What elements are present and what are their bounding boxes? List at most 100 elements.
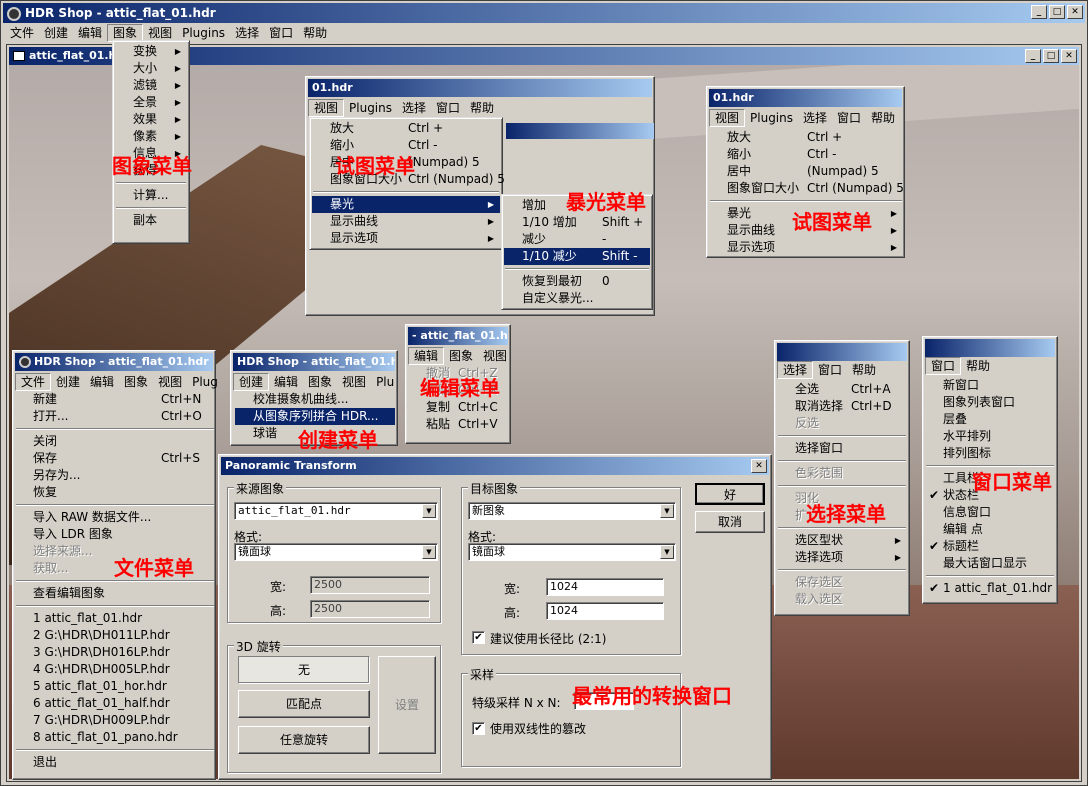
menu-edit[interactable]: 编辑 [408, 347, 445, 365]
menu-select[interactable]: 选择 [397, 99, 431, 117]
target-height-field[interactable]: 1024 [546, 602, 664, 620]
select-window-item[interactable]: 选择窗口 [777, 440, 907, 457]
close-icon[interactable]: ✕ [1067, 5, 1083, 19]
menu-view[interactable]: 视图 [337, 373, 371, 391]
menu-window[interactable]: 窗口 [925, 357, 962, 375]
file-save[interactable]: 保存 Ctrl+S [15, 450, 215, 467]
create-window-titlebar[interactable]: HDR Shop - attic_flat_01.hdr [233, 353, 395, 371]
menu-help[interactable]: 帮助 [465, 99, 499, 117]
view-menu-display-options[interactable]: 显示选项 ▶ [312, 230, 500, 247]
menu-select[interactable]: 选择 [798, 109, 832, 127]
image-menu-size[interactable]: 大小 ▶ [115, 60, 187, 77]
exposure-decrease-tenth[interactable]: 1/10 减少 Shift - [504, 248, 650, 265]
menu-plugins[interactable]: Plu [371, 373, 399, 391]
view-menu-zoom-in[interactable]: 放大 Ctrl + [312, 120, 500, 137]
view-window-1-titlebar[interactable]: 01.hdr [308, 79, 652, 97]
image-menu-pixel[interactable]: 像素 ▶ [115, 128, 187, 145]
file-window-titlebar[interactable]: HDR Shop - attic_flat_01.hdr [15, 353, 213, 371]
menu-help[interactable]: 帮助 [866, 109, 900, 127]
image-menu-effects[interactable]: 效果 ▶ [115, 111, 187, 128]
edit-window-titlebar[interactable]: - attic_flat_01.hdr [408, 327, 508, 345]
main-titlebar[interactable]: HDR Shop - attic_flat_01.hdr _ □ ✕ [3, 3, 1085, 23]
select-shape[interactable]: 选区型状 ▶ [777, 532, 907, 549]
file-revert[interactable]: 恢复 [15, 484, 215, 501]
close-icon[interactable]: ✕ [1061, 49, 1077, 63]
file-open[interactable]: 打开... Ctrl+O [15, 408, 215, 425]
view-menu-window-size[interactable]: 图象窗口大小 Ctrl (Numpad) 5 [709, 180, 904, 197]
select-none[interactable]: 取消选择 Ctrl+D [777, 398, 907, 415]
file-recent-2[interactable]: 2 G:\HDR\DH011LP.hdr [15, 627, 215, 644]
file-exit[interactable]: 退出 [15, 754, 215, 771]
file-view-edit-image[interactable]: 查看编辑图象 [15, 585, 215, 602]
view-menu-display-options[interactable]: 显示选项 ▶ [709, 239, 903, 256]
maximize-icon[interactable]: □ [1049, 5, 1065, 19]
aspect-ratio-checkbox[interactable]: ✔ [472, 631, 485, 644]
exposure-increase-tenth[interactable]: 1/10 增加 Shift + [504, 214, 650, 231]
view-menu-center[interactable]: 居中 (Numpad) 5 [709, 163, 903, 180]
image-menu-filter[interactable]: 滤镜 ▶ [115, 77, 187, 94]
source-format-select[interactable]: 镜面球 ▼ [234, 543, 438, 561]
image-menu-transform[interactable]: 变换 ▶ [115, 43, 187, 60]
menu-image[interactable]: 图象 [119, 373, 153, 391]
menu-edit[interactable]: 编辑 [85, 373, 119, 391]
window-tile-horizontal[interactable]: 水平排列 [925, 428, 1055, 445]
window-item-1[interactable]: ✔ 1 attic_flat_01.hdr [925, 580, 1055, 597]
menu-help[interactable]: 帮助 [961, 357, 995, 375]
file-import-raw[interactable]: 导入 RAW 数据文件... [15, 509, 215, 526]
edit-paste[interactable]: 粘贴 Ctrl+V [408, 416, 508, 433]
source-image-select[interactable]: attic_flat_01.hdr ▼ [234, 502, 438, 520]
rotation-none-button[interactable]: 无 [238, 656, 370, 684]
file-save-as[interactable]: 另存为... [15, 467, 215, 484]
file-recent-5[interactable]: 5 attic_flat_01_hor.hdr [15, 678, 215, 695]
menu-image[interactable]: 图象 [444, 347, 478, 365]
exposure-decrease[interactable]: 减少 - [504, 231, 650, 248]
menu-window[interactable]: 窗口 [264, 24, 298, 42]
rotation-match-points-button[interactable]: 匹配点 [238, 690, 370, 718]
menu-view[interactable]: 视图 [308, 99, 345, 117]
menu-plugins[interactable]: Plugins [344, 99, 397, 117]
menu-view[interactable]: 视图 [153, 373, 187, 391]
minimize-icon[interactable]: _ [1031, 5, 1047, 19]
ok-button[interactable]: 好 [695, 483, 765, 505]
window-cascade[interactable]: 层叠 [925, 411, 1055, 428]
menu-window[interactable]: 窗口 [813, 361, 847, 379]
maximize-icon[interactable]: □ [1043, 49, 1059, 63]
menu-select[interactable]: 选择 [230, 24, 264, 42]
view-menu-zoom-in[interactable]: 放大 Ctrl + [709, 129, 903, 146]
menu-plugins[interactable]: Plug [187, 373, 223, 391]
menu-create[interactable]: 创建 [39, 24, 73, 42]
create-assemble-hdr[interactable]: 从图象序列拼合 HDR... [235, 408, 395, 425]
select-options[interactable]: 选择选项 ▶ [777, 549, 907, 566]
window-arrange-icons[interactable]: 排列图标 [925, 445, 1055, 462]
menu-create[interactable]: 创建 [233, 373, 270, 391]
menu-edit[interactable]: 编辑 [269, 373, 303, 391]
window-image-list[interactable]: 图象列表窗口 [925, 394, 1055, 411]
file-recent-1[interactable]: 1 attic_flat_01.hdr [15, 610, 215, 627]
file-recent-6[interactable]: 6 attic_flat_01_half.hdr [15, 695, 215, 712]
rotation-arbitrary-button[interactable]: 任意旋转 [238, 726, 370, 754]
menu-file[interactable]: 文件 [5, 24, 39, 42]
image-menu-calculate[interactable]: 计算... [115, 187, 187, 204]
menu-create[interactable]: 创建 [51, 373, 85, 391]
menu-view[interactable]: 视图 [709, 109, 746, 127]
window-window-titlebar[interactable] [925, 339, 1055, 357]
window-titlebar-toggle[interactable]: ✔ 标题栏 [925, 538, 1055, 555]
view-menu-curve[interactable]: 显示曲线 ▶ [312, 213, 500, 230]
image-menu-panorama[interactable]: 全景 ▶ [115, 94, 187, 111]
create-calibrate-curve[interactable]: 校准摄象机曲线... [235, 391, 395, 408]
target-format-select[interactable]: 镜面球 ▼ [468, 543, 676, 561]
file-close[interactable]: 关闭 [15, 433, 215, 450]
cancel-button[interactable]: 取消 [695, 511, 765, 533]
window-info[interactable]: 信息窗口 [925, 504, 1055, 521]
view-window-2-titlebar[interactable]: 01.hdr [709, 89, 902, 107]
menu-image[interactable]: 图象 [303, 373, 337, 391]
image-menu-duplicate[interactable]: 副本 [115, 212, 187, 229]
menu-window[interactable]: 窗口 [431, 99, 465, 117]
exposure-reset[interactable]: 恢复到最初 0 [504, 273, 650, 290]
target-width-field[interactable]: 1024 [546, 578, 664, 596]
menu-window[interactable]: 窗口 [832, 109, 866, 127]
menu-edit[interactable]: 编辑 [73, 24, 107, 42]
view-menu-exposure[interactable]: 暴光 ▶ [312, 196, 500, 213]
window-maximize-display[interactable]: 最大话窗口显示 [925, 555, 1055, 572]
view-menu-zoom-out[interactable]: 缩小 Ctrl - [709, 146, 903, 163]
